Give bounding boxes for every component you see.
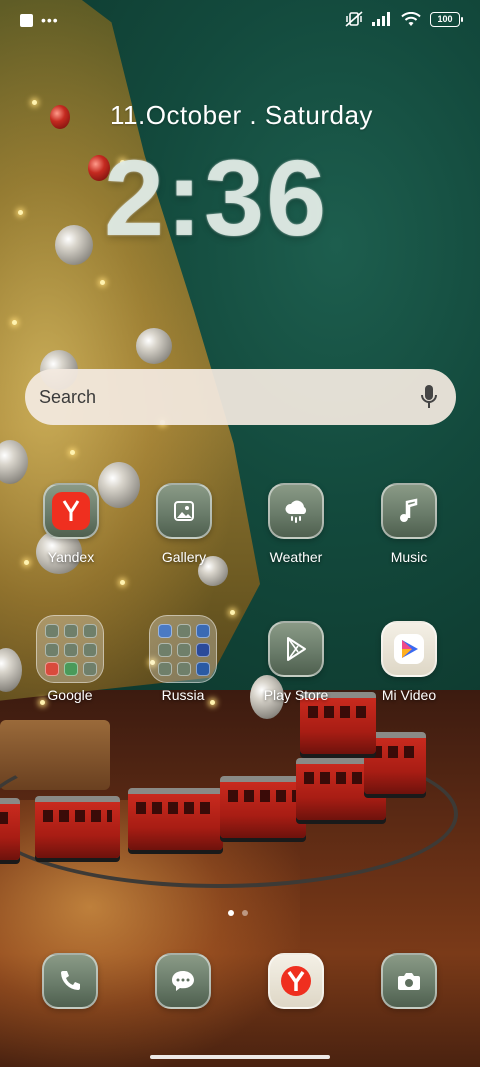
- mi-video-icon: [381, 621, 437, 677]
- wallpaper-light: [18, 210, 23, 215]
- wallpaper-train-car: [35, 796, 120, 858]
- search-bar[interactable]: Search: [25, 369, 456, 425]
- wallpaper-ornament: [50, 105, 70, 129]
- clock-time[interactable]: 2:36: [104, 138, 404, 258]
- page-dot-active: [228, 910, 234, 916]
- vibrate-off-icon: [345, 11, 363, 27]
- folder-google[interactable]: Google: [20, 615, 120, 703]
- folder-russia[interactable]: Russia: [133, 615, 233, 703]
- page-indicator[interactable]: [228, 910, 248, 916]
- wifi-icon: [401, 11, 421, 27]
- wallpaper-light: [32, 100, 37, 105]
- app-yandex[interactable]: Yandex: [21, 483, 121, 565]
- notification-square-icon: [20, 13, 33, 27]
- app-play-store[interactable]: Play Store: [246, 621, 346, 703]
- yandex-icon: [43, 483, 99, 539]
- app-gallery[interactable]: Gallery: [134, 483, 234, 565]
- signal-icon: [372, 12, 392, 26]
- app-mi-video[interactable]: Mi Video: [359, 621, 459, 703]
- search-placeholder: Search: [39, 387, 97, 407]
- app-music[interactable]: Music: [359, 483, 459, 565]
- wallpaper-light: [12, 320, 17, 325]
- play-store-icon: [268, 621, 324, 677]
- folder-icon: [149, 615, 217, 683]
- wallpaper-light: [100, 280, 105, 285]
- dock-camera[interactable]: [359, 953, 459, 1009]
- music-note-icon: [381, 483, 437, 539]
- app-label: Gallery: [161, 549, 207, 565]
- dock-messages[interactable]: [133, 953, 233, 1009]
- phone-icon: [42, 953, 98, 1009]
- more-dots-icon: •••: [41, 12, 59, 28]
- wallpaper-ornament: [55, 225, 93, 265]
- wallpaper-ornament: [136, 328, 172, 364]
- app-label: Play Store: [263, 687, 329, 703]
- gallery-icon: [156, 483, 212, 539]
- app-weather[interactable]: Weather: [246, 483, 346, 565]
- yandex-browser-icon: [268, 953, 324, 1009]
- app-label: Mi Video: [381, 687, 437, 703]
- home-screen: ••• 100 11.October . Saturday 2:36 Searc…: [0, 0, 480, 1067]
- app-label: Weather: [269, 549, 323, 565]
- status-bar: ••• 100: [0, 0, 480, 40]
- wallpaper-light: [70, 450, 75, 455]
- dock-phone[interactable]: [20, 953, 120, 1009]
- microphone-icon[interactable]: [420, 384, 438, 415]
- date-label[interactable]: 11.October . Saturday: [110, 100, 373, 131]
- app-label: Google: [47, 687, 93, 703]
- wallpaper-train-car: [128, 788, 223, 850]
- folder-icon: [36, 615, 104, 683]
- dock-yandex-browser[interactable]: [246, 953, 346, 1009]
- messages-icon: [155, 953, 211, 1009]
- wallpaper-train-car: [0, 798, 20, 860]
- battery-icon: 100: [430, 11, 463, 27]
- home-gesture-bar[interactable]: [150, 1055, 330, 1059]
- app-label: Yandex: [47, 549, 95, 565]
- camera-icon: [381, 953, 437, 1009]
- app-label: Russia: [161, 687, 205, 703]
- wallpaper-train-car: [220, 776, 306, 838]
- wallpaper-light: [120, 580, 125, 585]
- app-label: Music: [390, 549, 428, 565]
- page-dot: [242, 910, 248, 916]
- weather-icon: [268, 483, 324, 539]
